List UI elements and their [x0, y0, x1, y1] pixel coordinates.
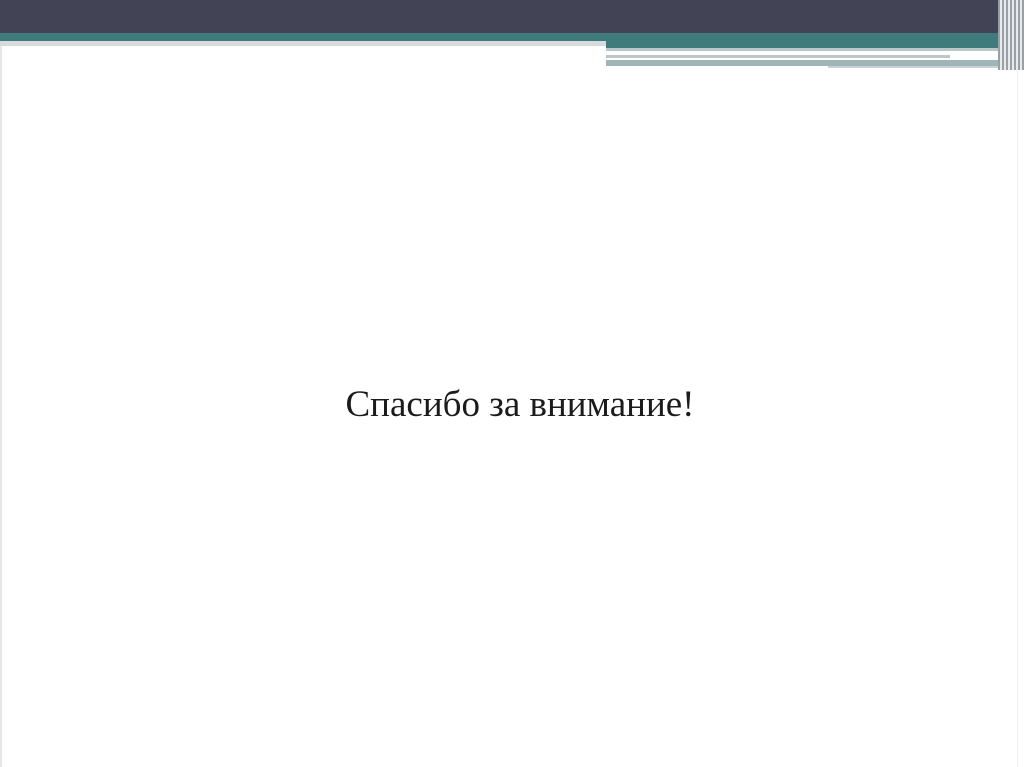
header-right-step-4 — [828, 66, 1024, 68]
header-right-step-1 — [606, 48, 1024, 51]
slide: Спасибо за внимание! — [0, 0, 1024, 767]
closing-text: Спасибо за внимание! — [345, 384, 695, 425]
header-teal-band — [0, 33, 1024, 41]
header-dark-band — [0, 0, 1024, 33]
header-grey-line — [0, 41, 606, 46]
header-right-teal-bar — [606, 41, 1024, 48]
header-right-step-2 — [606, 55, 950, 58]
header-vertical-stripes — [998, 0, 1024, 70]
